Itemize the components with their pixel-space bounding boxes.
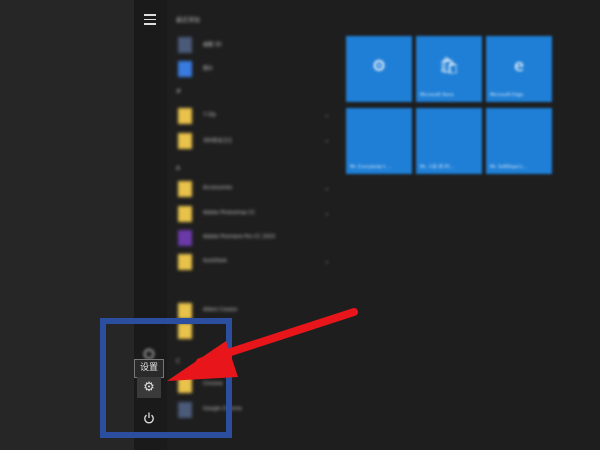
annotation-arrow: [167, 308, 358, 381]
